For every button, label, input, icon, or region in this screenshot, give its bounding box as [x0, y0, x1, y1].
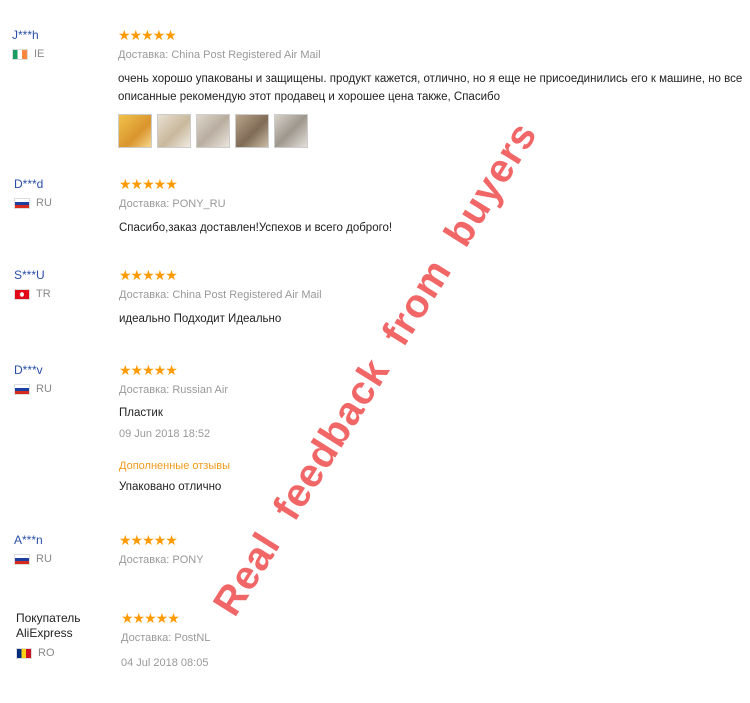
flag-ro-icon	[16, 647, 32, 659]
buyer-info: A***n RU	[14, 533, 114, 565]
rating-stars: ★★★★★	[119, 532, 178, 548]
flag-ie-icon	[12, 48, 28, 60]
buyer-name: Покупатель	[16, 611, 81, 625]
buyer-name[interactable]: A***n	[14, 533, 114, 547]
country-code: RU	[36, 553, 52, 565]
flag-tr-icon	[14, 288, 30, 300]
country-code: TR	[36, 288, 51, 300]
country: TR	[14, 288, 114, 300]
review-text: Спасибо,заказ доставлен!Успехов и всего …	[119, 222, 393, 234]
buyer-name-line2: AliExpress	[16, 626, 73, 640]
buyer-name[interactable]: D***d	[14, 177, 114, 191]
buyer-info: D***d RU	[14, 177, 114, 209]
country: RU	[14, 197, 114, 209]
flag-ru-icon	[14, 383, 30, 395]
buyer-name[interactable]: D***v	[14, 363, 114, 377]
delivery-method: Доставка: PONY	[119, 554, 204, 566]
country-code: RU	[36, 197, 52, 209]
delivery-method: Доставка: China Post Registered Air Mail	[118, 49, 321, 61]
review-content: ★★★★★ Доставка: PONY_RU Спасибо,заказ до…	[119, 177, 744, 237]
buyer-name[interactable]: S***U	[14, 268, 114, 282]
review-photo-thumbnail[interactable]	[118, 114, 152, 148]
review-photo-thumbnail[interactable]	[196, 114, 230, 148]
delivery-method: Доставка: PONY_RU	[119, 198, 226, 210]
buyer-info: D***v RU	[14, 363, 114, 395]
rating-stars: ★★★★★	[119, 362, 178, 378]
review-photo-thumbnail[interactable]	[157, 114, 191, 148]
review-content: ★★★★★ Доставка: PONY	[119, 533, 744, 567]
delivery-method: Доставка: PostNL	[121, 632, 211, 644]
review-photo-thumbnail[interactable]	[235, 114, 269, 148]
review-content: ★★★★★ Доставка: China Post Registered Ai…	[118, 28, 743, 148]
review-photo-thumbnail[interactable]	[274, 114, 308, 148]
additional-feedback-label: Дополненные отзывы	[119, 460, 230, 472]
buyer-info: J***h IE	[12, 28, 112, 60]
country-code: RU	[36, 383, 52, 395]
country-code: IE	[34, 48, 45, 60]
review-content: ★★★★★ Доставка: PostNL 04 Jul 2018 08:05	[121, 611, 746, 669]
delivery-method: Доставка: Russian Air	[119, 384, 228, 396]
country-code: RO	[38, 647, 55, 659]
review-text: Пластик	[119, 407, 163, 419]
rating-stars: ★★★★★	[118, 27, 177, 43]
buyer-name[interactable]: J***h	[12, 28, 112, 42]
buyer-info: Покупатель AliExpress RO	[16, 611, 116, 659]
rating-stars: ★★★★★	[121, 610, 180, 626]
review-content: ★★★★★ Доставка: Russian Air Пластик 09 J…	[119, 363, 744, 496]
flag-ru-icon	[14, 553, 30, 565]
buyer-info: S***U TR	[14, 268, 114, 300]
review-date: 09 Jun 2018 18:52	[119, 428, 211, 440]
country: RO	[16, 647, 116, 659]
country: RU	[14, 383, 114, 395]
review-photos	[118, 114, 743, 148]
review-date: 04 Jul 2018 08:05	[121, 657, 209, 669]
flag-ru-icon	[14, 197, 30, 209]
rating-stars: ★★★★★	[119, 176, 178, 192]
country: RU	[14, 553, 114, 565]
review-text: очень хорошо упакованы и защищены. проду…	[118, 73, 743, 103]
additional-feedback-text: Упаковано отлично	[119, 481, 222, 493]
country: IE	[12, 48, 112, 60]
